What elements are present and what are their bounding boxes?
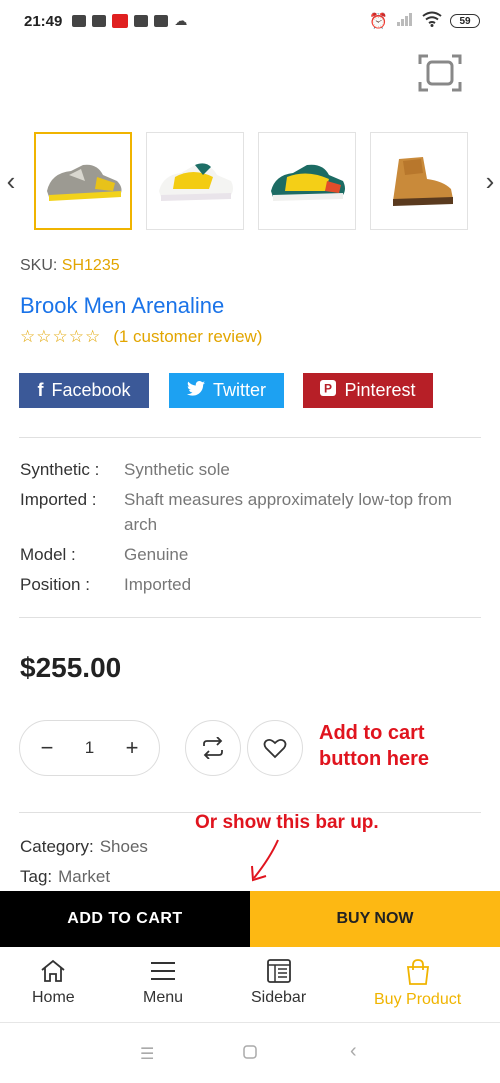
shopping-bag-icon: [406, 959, 429, 985]
product-price: $255.00: [20, 652, 122, 683]
battery-indicator: 59: [450, 14, 480, 28]
twitter-label: Twitter: [212, 380, 266, 400]
facebook-share-button[interactable]: f Facebook: [19, 373, 149, 408]
twitter-icon: [186, 380, 205, 401]
customer-review-link[interactable]: (1 customer review): [113, 327, 262, 347]
tab-buy-product[interactable]: Buy Product: [374, 959, 461, 1009]
gallery-thumbnail[interactable]: [258, 132, 356, 230]
recent-apps-icon[interactable]: ☰: [140, 1044, 154, 1064]
youtube-notification-icon: [72, 15, 87, 27]
tab-label: Buy Product: [374, 991, 462, 1008]
sneaker-teal-yellow-image: [271, 164, 345, 201]
product-gallery: ‹ ›: [0, 132, 500, 232]
tab-label: Home: [32, 989, 75, 1006]
tab-menu[interactable]: Menu: [143, 959, 183, 1007]
wishlist-button[interactable]: [247, 720, 303, 776]
menu-icon: [151, 962, 176, 980]
status-time: 21:49: [24, 12, 63, 30]
facebook-label: Facebook: [51, 380, 131, 400]
status-bar: 21:49 ☁ ⏰ 59: [0, 0, 500, 42]
category-label: Category:: [20, 837, 94, 856]
sticky-action-bar: ADD TO CART BUY NOW: [0, 891, 500, 947]
category-link[interactable]: Shoes: [100, 837, 148, 856]
pinterest-share-button[interactable]: P Pinterest: [303, 373, 433, 408]
divider: [19, 617, 481, 618]
tag-link[interactable]: Market: [58, 867, 110, 886]
signal-icon: [396, 12, 414, 31]
spec-row: Position : Imported: [20, 572, 480, 597]
system-home-icon[interactable]: [243, 1045, 257, 1064]
spec-key: Synthetic :: [20, 460, 100, 479]
gallery-thumbnail[interactable]: [370, 132, 468, 230]
alarm-icon: ⏰: [369, 13, 388, 30]
pinterest-label: Pinterest: [344, 380, 416, 400]
mail-notification-icon: [134, 15, 149, 27]
chevron-left-icon[interactable]: ‹: [1, 168, 21, 194]
sneaker-white-yellow-image: [159, 163, 233, 201]
product-title[interactable]: Brook Men Arenaline: [20, 293, 224, 319]
product-sku: SKU: SH1235: [20, 257, 120, 275]
wifi-icon: [422, 11, 442, 32]
compare-icon: [203, 737, 223, 759]
increase-quantity-button[interactable]: +: [121, 735, 143, 761]
product-category: Category: Shoes: [20, 837, 148, 857]
annotation-show-bar: Or show this bar up.: [195, 812, 379, 833]
annotation-arrow-icon: [251, 839, 279, 882]
spec-value: Synthetic sole: [124, 460, 230, 479]
sneaker-grey-yellow-image: [47, 164, 122, 201]
fullscreen-icon[interactable]: [416, 52, 464, 94]
youtube-notification-icon-2: [154, 15, 169, 27]
spec-row: Synthetic : Synthetic sole: [20, 457, 480, 482]
annotation-line: Add to cart: [319, 722, 425, 744]
divider: [19, 437, 481, 438]
chevron-right-icon[interactable]: ›: [480, 168, 500, 194]
system-back-icon[interactable]: ‹: [350, 1040, 357, 1063]
tab-sidebar[interactable]: Sidebar: [251, 959, 306, 1007]
product-specs: Synthetic : Synthetic sole Imported : Sh…: [20, 457, 480, 602]
facebook-icon: f: [37, 380, 44, 400]
spec-key: Imported :: [20, 490, 97, 509]
heart-icon: [263, 738, 287, 759]
app-notification-icon: [92, 15, 107, 27]
quantity-stepper: − 1 +: [19, 720, 160, 776]
spec-value: Shaft measures approximately low-top fro…: [124, 490, 452, 534]
spec-key: Model :: [20, 545, 76, 564]
system-navigation-bar: ☰ ‹: [0, 1024, 500, 1083]
annotation-add-to-cart: Add to cart button here: [319, 720, 429, 772]
star-rating-icons: ☆☆☆☆☆: [20, 327, 102, 346]
sidebar-icon: [266, 959, 291, 983]
sku-value: SH1235: [61, 257, 120, 274]
buy-now-button[interactable]: BUY NOW: [250, 891, 500, 947]
product-rating: ☆☆☆☆☆ (1 customer review): [20, 327, 262, 347]
pinterest-icon: P: [320, 380, 337, 401]
spec-value: Imported: [124, 575, 192, 594]
gallery-thumbnail[interactable]: [146, 132, 244, 230]
compare-button[interactable]: [185, 720, 241, 776]
cloud-icon: ☁: [174, 13, 188, 28]
tab-label: Menu: [143, 989, 184, 1006]
decrease-quantity-button[interactable]: −: [36, 735, 58, 761]
spec-key: Position :: [20, 575, 90, 594]
bottom-tab-bar: Home Menu Sidebar Buy Product: [0, 947, 500, 1023]
product-tag: Tag: Market: [20, 867, 110, 887]
svg-text:P: P: [324, 382, 332, 396]
spec-value: Genuine: [124, 545, 189, 564]
gallery-thumbnail[interactable]: [34, 132, 132, 230]
twitter-share-button[interactable]: Twitter: [169, 373, 284, 408]
tab-label: Sidebar: [251, 989, 307, 1006]
home-icon: [41, 959, 65, 982]
sku-label: SKU:: [20, 257, 58, 274]
boot-tan-image: [393, 157, 453, 206]
app-notification-icon-red: [112, 14, 129, 28]
spec-row: Imported : Shaft measures approximately …: [20, 487, 480, 537]
add-to-cart-button[interactable]: ADD TO CART: [0, 891, 250, 947]
annotation-line: button here: [319, 748, 429, 770]
tab-home[interactable]: Home: [32, 959, 75, 1007]
spec-row: Model : Genuine: [20, 542, 480, 567]
tag-label: Tag:: [20, 867, 53, 886]
quantity-value[interactable]: 1: [85, 738, 94, 758]
